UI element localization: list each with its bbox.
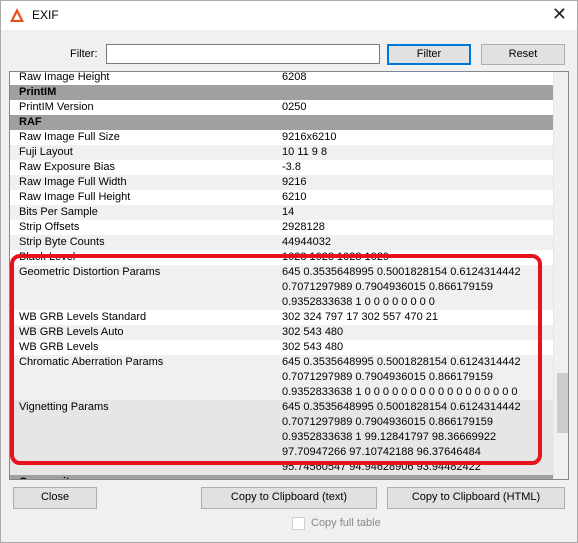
tag-value: 645 0.3535648995 0.5001828154 0.61243144… — [282, 266, 521, 308]
tag-name: PrintIM Version — [19, 101, 94, 113]
tag-value: 302 543 480 — [282, 326, 344, 338]
tag-value: 302 324 797 17 302 557 470 21 — [282, 311, 438, 323]
group-header-row[interactable]: RAF — [10, 115, 553, 130]
tag-name: Chromatic Aberration Params — [19, 356, 164, 368]
group-name: PrintIM — [19, 86, 57, 98]
exif-window: EXIF ✕ Filter: Filter Reset Raw Image He… — [0, 0, 578, 543]
vertical-scrollbar[interactable] — [553, 72, 568, 479]
scrollbar-thumb[interactable] — [557, 373, 568, 433]
tag-value: 645 0.3535648995 0.5001828154 0.61243144… — [282, 356, 521, 398]
table-row[interactable]: Chromatic Aberration Params 645 0.3535648… — [10, 355, 553, 400]
tag-name: Strip Offsets — [19, 221, 80, 233]
tag-value: 14 — [282, 206, 295, 218]
tag-name: WB GRB Levels — [19, 341, 99, 353]
table-row[interactable]: Raw Image Full Width 9216 — [10, 175, 553, 190]
tag-name: WB GRB Levels Standard — [19, 311, 147, 323]
close-button[interactable]: Close — [13, 487, 97, 509]
tag-value: 10 11 9 8 — [282, 146, 328, 158]
table-row[interactable]: Strip Byte Counts 44944032 — [10, 235, 553, 250]
table-row[interactable]: PrintIM Version 0250 — [10, 100, 553, 115]
tag-name: Raw Image Full Size — [19, 131, 120, 143]
tag-name: WB GRB Levels Auto — [19, 326, 124, 338]
table-row[interactable]: Raw Image Height 6208 — [10, 71, 553, 85]
app-triangle-icon — [10, 8, 24, 22]
table-row[interactable]: Bits Per Sample 14 — [10, 205, 553, 220]
tag-name: Raw Exposure Bias — [19, 161, 115, 173]
copy-html-button[interactable]: Copy to Clipboard (HTML) — [387, 487, 565, 509]
tag-name: Geometric Distortion Params — [19, 266, 161, 278]
tag-name: Raw Image Full Height — [19, 191, 131, 203]
copy-full-table-label: Copy full table — [311, 517, 381, 529]
window-title: EXIF — [32, 8, 59, 22]
copy-full-table-checkbox[interactable] — [292, 517, 305, 530]
tag-value: 0250 — [282, 101, 307, 113]
tag-value: 6208 — [282, 71, 307, 83]
filter-input[interactable] — [106, 44, 380, 64]
tag-value: 44944032 — [282, 236, 331, 248]
tag-value: 6210 — [282, 191, 307, 203]
tag-value: 302 543 480 — [282, 341, 344, 353]
table-row[interactable]: Strip Offsets 2928128 — [10, 220, 553, 235]
table-row[interactable]: WB GRB Levels Auto 302 543 480 — [10, 325, 553, 340]
tag-name: Vignetting Params — [19, 401, 109, 413]
group-name: Composite — [19, 475, 76, 479]
tag-name: Strip Byte Counts — [19, 236, 105, 248]
tag-value: 2928128 — [282, 221, 325, 233]
table-row[interactable]: Geometric Distortion Params 645 0.3535648… — [10, 265, 553, 310]
close-icon[interactable]: ✕ — [552, 4, 567, 25]
reset-button[interactable]: Reset — [481, 44, 565, 65]
group-header-row[interactable]: PrintIM — [10, 85, 553, 100]
tag-name: Fuji Layout — [19, 146, 73, 158]
copy-text-button[interactable]: Copy to Clipboard (text) — [201, 487, 377, 509]
group-name: RAF — [19, 116, 42, 128]
tag-name: Raw Image Full Width — [19, 176, 127, 188]
tag-value: 9216 — [282, 176, 307, 188]
tag-value: 645 0.3535648995 0.5001828154 0.61243144… — [282, 401, 521, 473]
filter-label: Filter: — [70, 48, 98, 60]
tag-value: 9216x6210 — [282, 131, 337, 143]
table-row[interactable]: Black Level 1028 1028 1028 1029 — [10, 250, 553, 265]
title-bar: EXIF ✕ — [1, 1, 577, 30]
tag-name: Bits Per Sample — [19, 206, 98, 218]
table-row[interactable]: WB GRB Levels 302 543 480 — [10, 340, 553, 355]
exif-table[interactable]: Raw Image Height 6208 PrintIM PrintIM Versi… — [9, 71, 569, 480]
table-row[interactable]: Raw Image Full Size 9216x6210 — [10, 130, 553, 145]
tag-name: Raw Image Height — [19, 71, 110, 83]
table-row[interactable]: Raw Exposure Bias -3.8 — [10, 160, 553, 175]
table-row[interactable]: Vignetting Params 645 0.3535648995 0.5001… — [10, 400, 553, 475]
group-header-row[interactable]: Composite — [10, 475, 553, 479]
filter-button[interactable]: Filter — [387, 44, 471, 65]
table-row[interactable]: Raw Image Full Height 6210 — [10, 190, 553, 205]
tag-name: Black Level — [19, 251, 76, 263]
tag-value: 1028 1028 1028 1029 — [282, 251, 390, 263]
tag-value: -3.8 — [282, 161, 301, 173]
table-row[interactable]: Fuji Layout 10 11 9 8 — [10, 145, 553, 160]
table-row[interactable]: WB GRB Levels Standard 302 324 797 17 302… — [10, 310, 553, 325]
